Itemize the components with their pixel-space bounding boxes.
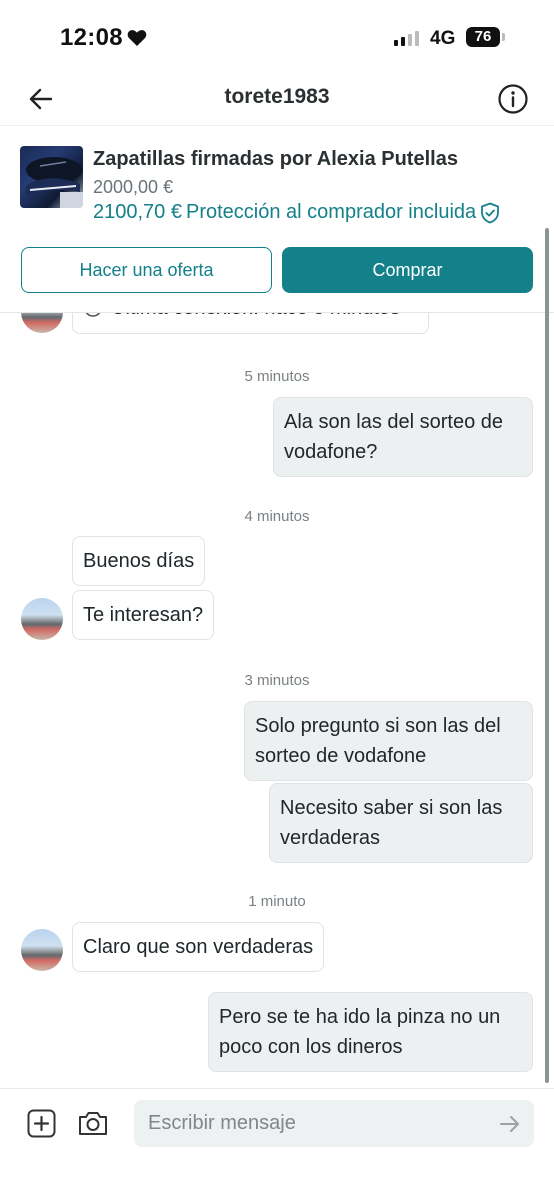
message-input[interactable] [134, 1100, 534, 1147]
network-type: 4G [430, 28, 456, 49]
incoming-message[interactable]: Claro que son verdaderas [72, 922, 325, 972]
chat-thread[interactable]: Última conexión: hace 5 minutos 5 minuto… [0, 313, 554, 1088]
buy-button[interactable]: Comprar [282, 247, 533, 293]
last-seen-bubble: Última conexión: hace 5 minutos [72, 313, 429, 334]
product-name: Zapatillas firmadas por Alexia Putellas [93, 148, 458, 170]
outgoing-message[interactable]: Pero se te ha ido la pinza no un poco co… [208, 992, 533, 1072]
last-seen-text: Última conexión: hace 5 minutos [111, 313, 400, 323]
camera-icon[interactable] [77, 1108, 109, 1138]
add-icon[interactable] [27, 1109, 56, 1138]
product-price: 2000,00 € [93, 177, 174, 197]
clock-icon [85, 313, 101, 317]
chat-scrollbar[interactable] [545, 228, 549, 1083]
buyer-protection: 2100,70 € Protección al comprador inclui… [93, 201, 500, 224]
info-icon[interactable] [497, 83, 529, 115]
seller-avatar[interactable] [21, 313, 63, 333]
message-timestamp: 1 minuto [248, 893, 306, 910]
seller-avatar[interactable] [21, 929, 63, 971]
status-bar: 12:08 4G 76 [0, 0, 554, 72]
product-thumbnail[interactable] [20, 146, 83, 208]
shield-check-icon [481, 202, 500, 223]
heart-icon [127, 30, 147, 46]
message-timestamp: 3 minutos [244, 672, 310, 689]
total-price: 2100,70 € [93, 201, 182, 223]
message-timestamp: 5 minutos [244, 368, 310, 385]
product-summary[interactable]: Zapatillas firmadas por Alexia Putellas … [0, 127, 554, 237]
incoming-message[interactable]: Buenos días [72, 536, 206, 586]
send-icon[interactable] [498, 1112, 522, 1136]
seller-avatar[interactable] [21, 598, 63, 640]
make-offer-button[interactable]: Hacer una oferta [21, 247, 272, 293]
message-timestamp: 4 minutos [244, 508, 310, 525]
chat-header: torete1983 [0, 72, 554, 126]
message-composer [0, 1088, 554, 1200]
signal-icon [394, 30, 419, 46]
protection-label: Protección al comprador incluida [185, 201, 477, 223]
outgoing-message[interactable]: Ala son las del sorteo de vodafone? [273, 397, 533, 477]
battery-icon: 76 [466, 27, 500, 47]
outgoing-message[interactable]: Necesito saber si son las verdaderas [269, 783, 533, 863]
status-time: 12:08 [60, 24, 123, 51]
page-title[interactable]: torete1983 [0, 85, 554, 109]
outgoing-message[interactable]: Solo pregunto si son las del sorteo de v… [244, 701, 533, 781]
incoming-message[interactable]: Te interesan? [72, 590, 215, 640]
battery-tip [502, 33, 505, 41]
shoe-image [26, 157, 83, 208]
